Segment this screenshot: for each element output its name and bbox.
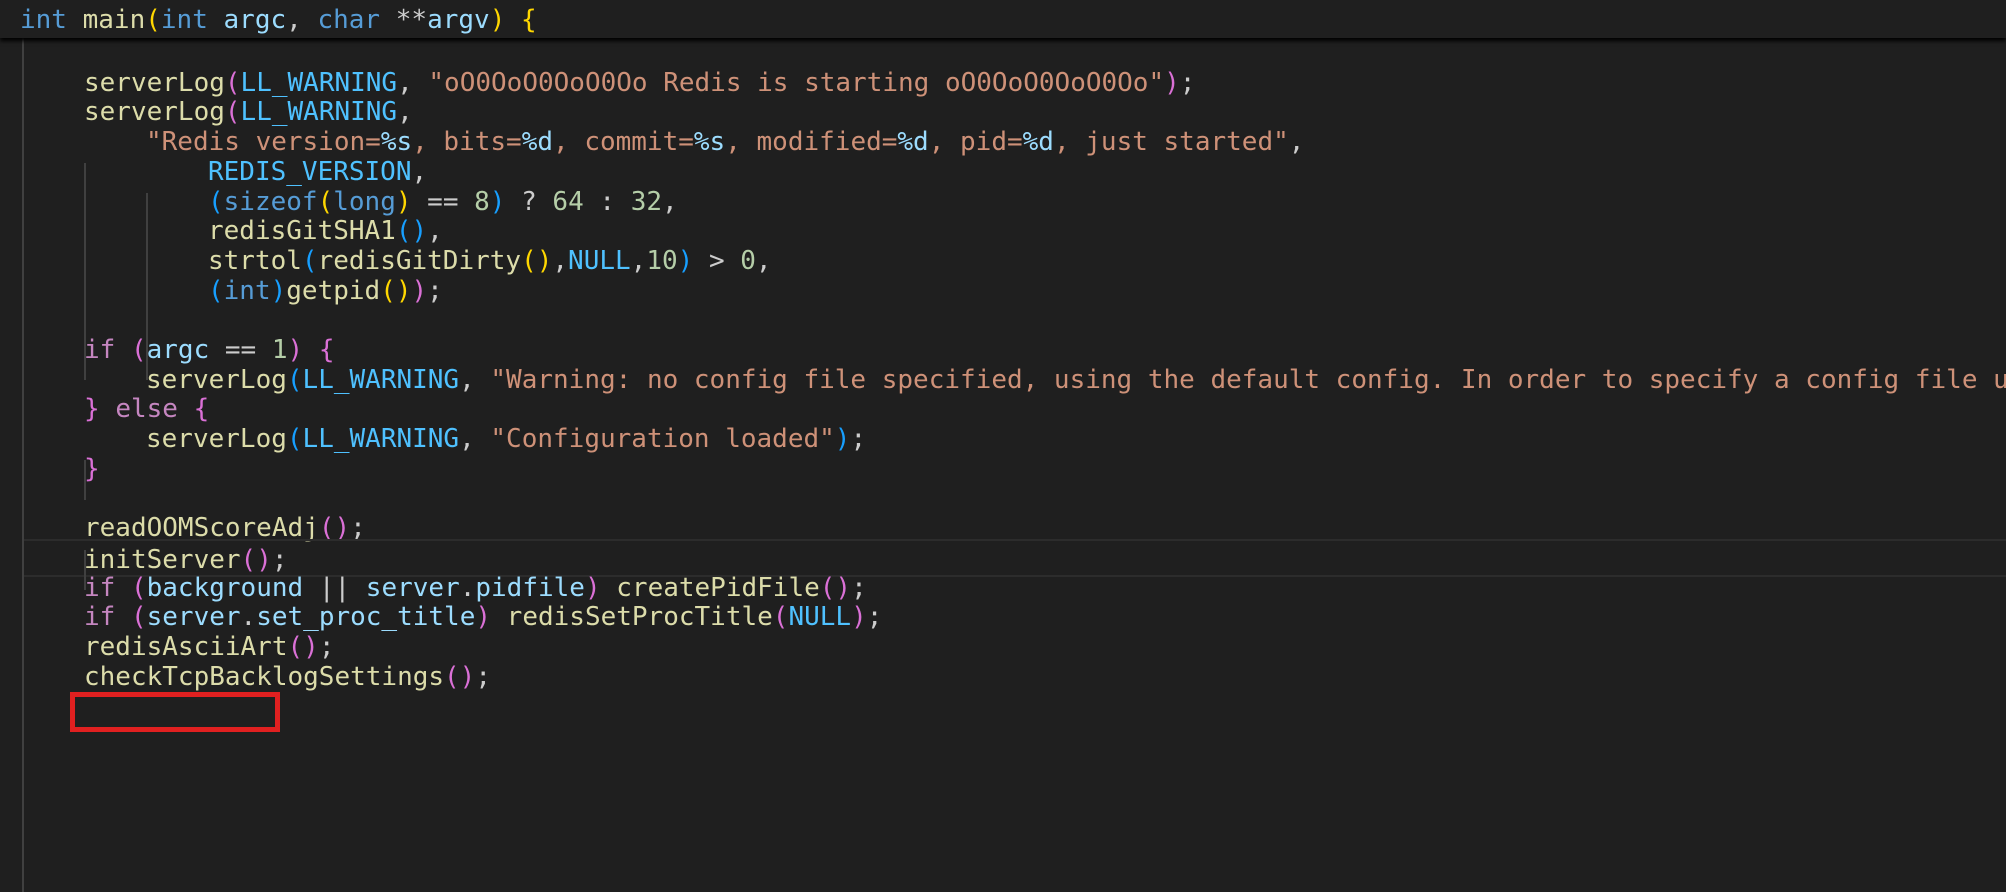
code-token: ( [145,5,161,35]
code-token: ; [475,661,491,692]
code-line-text: checkTcpBacklogSettings(); [84,658,491,696]
code-token: char [317,5,381,35]
code-token: ) [489,5,506,35]
code-token: ** [380,5,428,35]
code-lines: serverLog(LL_WARNING, "oO0OoO0OoO0Oo Red… [0,0,2006,892]
highlight-box-initserver [70,692,280,732]
code-token: argv [427,5,490,35]
code-token: { [521,5,537,35]
indent-guide [84,460,86,500]
sticky-scroll-header[interactable]: int main(int argc, char **argv) { [0,0,2006,38]
code-line[interactable]: checkTcpBacklogSettings(); [0,658,2006,696]
code-token: checkTcpBacklogSettings [84,661,445,692]
code-token: , [286,5,318,35]
indent-guide [22,34,24,892]
code-token: main [82,5,146,35]
indent-guide [84,550,86,590]
code-editor[interactable]: serverLog(LL_WARNING, "oO0OoO0OoO0Oo Red… [0,0,2006,892]
code-token: argc [223,5,287,35]
code-token: int [160,5,208,35]
indent-guide [84,163,86,380]
code-token: () [444,661,476,692]
sticky-function-signature: int main(int argc, char **argv) { [20,1,537,39]
indent-guide [146,193,148,380]
code-token: int [20,5,67,35]
